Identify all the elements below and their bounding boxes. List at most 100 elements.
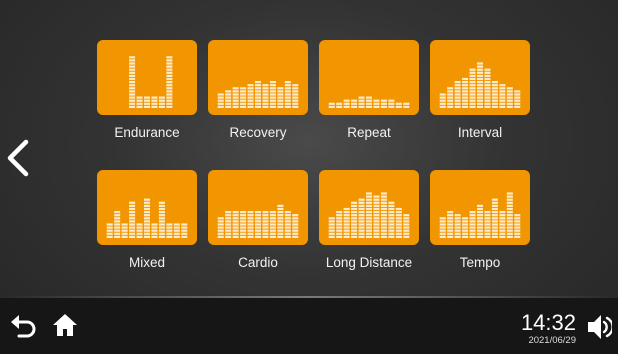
profile-bar: [129, 56, 136, 108]
profile-bar: [373, 195, 380, 238]
profile-bar: [181, 223, 188, 238]
profile-bar: [254, 81, 262, 108]
time-display: 14:32: [520, 310, 576, 335]
profile-bar: [447, 87, 454, 108]
profile-bar: [225, 90, 232, 108]
profile-bar: [484, 211, 491, 238]
profile-bar: [121, 223, 128, 238]
workout-interval[interactable]: Interval: [430, 40, 530, 140]
workout-tile[interactable]: [208, 40, 308, 115]
workout-label: Repeat: [347, 125, 391, 140]
profile-bar: [439, 93, 446, 108]
profile-bar: [395, 207, 402, 238]
profile-bar: [247, 84, 254, 108]
profile-bar: [439, 217, 446, 238]
profile-bar: [491, 198, 498, 238]
home-icon[interactable]: [52, 312, 78, 338]
workout-profile-chart: [328, 96, 410, 108]
workout-label: Recovery: [229, 125, 287, 140]
return-arrow-icon[interactable]: [10, 313, 38, 339]
profile-bar: [254, 211, 262, 238]
profile-bar: [151, 96, 158, 108]
profile-bar: [380, 192, 387, 238]
profile-bar: [499, 211, 506, 238]
back-chevron-icon[interactable]: [4, 136, 34, 180]
workout-tempo[interactable]: Tempo: [430, 170, 530, 270]
profile-bar: [514, 214, 521, 238]
profile-bar: [269, 81, 276, 108]
profile-bar: [284, 211, 291, 238]
profile-bar: [365, 96, 373, 108]
profile-bar: [403, 102, 410, 108]
profile-bar: [403, 214, 410, 238]
profile-bar: [129, 201, 136, 238]
profile-bar: [462, 217, 469, 238]
workout-profile-chart: [439, 62, 521, 108]
profile-bar: [447, 211, 454, 238]
workout-cardio[interactable]: Cardio: [208, 170, 308, 270]
profile-bar: [277, 204, 284, 238]
workout-label: Mixed: [128, 255, 165, 270]
profile-bar: [358, 96, 365, 108]
profile-bar: [380, 99, 387, 108]
workout-profile-chart: [106, 198, 188, 238]
profile-bar: [351, 99, 358, 108]
profile-bar: [469, 211, 476, 238]
profile-bar: [217, 93, 224, 108]
workout-profile-chart: [328, 192, 410, 238]
profile-bar: [358, 198, 365, 238]
profile-bar: [269, 211, 276, 238]
workout-label: Interval: [457, 125, 503, 140]
profile-bar: [136, 223, 143, 238]
profile-bar: [388, 201, 395, 238]
workout-endurance[interactable]: Endurance: [97, 40, 197, 140]
profile-bar: [151, 223, 158, 238]
workout-label: Cardio: [238, 255, 278, 270]
workout-recovery[interactable]: Recovery: [208, 40, 308, 140]
profile-bar: [469, 68, 476, 108]
workout-label: Endurance: [114, 125, 180, 140]
profile-bar: [388, 99, 395, 108]
workout-repeat[interactable]: Repeat: [319, 40, 419, 140]
profile-bar: [284, 81, 291, 108]
profile-bar: [240, 87, 247, 108]
workout-tile[interactable]: [208, 170, 308, 245]
profile-bar: [454, 81, 461, 108]
clock: 14:32 2021/06/29: [521, 312, 576, 347]
profile-bar: [373, 99, 380, 108]
profile-bar: [514, 90, 521, 108]
profile-bar: [158, 96, 165, 108]
workout-profile-chart: [217, 81, 299, 108]
profile-bar: [328, 217, 335, 238]
workout-tile[interactable]: [319, 40, 419, 115]
workout-tile[interactable]: [97, 40, 197, 115]
workout-tile[interactable]: [430, 170, 530, 245]
profile-bar: [365, 192, 373, 238]
profile-bar: [476, 62, 484, 108]
profile-bar: [454, 214, 461, 238]
profile-bar: [143, 96, 151, 108]
workout-tile[interactable]: [430, 40, 530, 115]
profile-bar: [336, 211, 343, 238]
profile-bar: [476, 204, 484, 238]
profile-bar: [143, 198, 151, 238]
profile-bar: [173, 223, 180, 238]
speaker-icon[interactable]: [586, 313, 612, 341]
profile-bar: [106, 223, 113, 238]
profile-bar: [240, 211, 247, 238]
profile-bar: [343, 99, 350, 108]
workout-tile[interactable]: [319, 170, 419, 245]
profile-bar: [225, 211, 232, 238]
profile-bar: [506, 87, 513, 108]
profile-bar: [292, 84, 299, 108]
date-display: 2021/06/29: [528, 335, 576, 346]
profile-bar: [395, 102, 402, 108]
profile-bar: [114, 211, 121, 238]
workout-label: Tempo: [459, 255, 501, 270]
profile-bar: [292, 214, 299, 238]
profile-bar: [462, 77, 469, 108]
profile-bar: [262, 84, 269, 108]
workout-long-distance[interactable]: Long Distance: [319, 170, 419, 270]
workout-tile[interactable]: [97, 170, 197, 245]
workout-mixed[interactable]: Mixed: [97, 170, 197, 270]
